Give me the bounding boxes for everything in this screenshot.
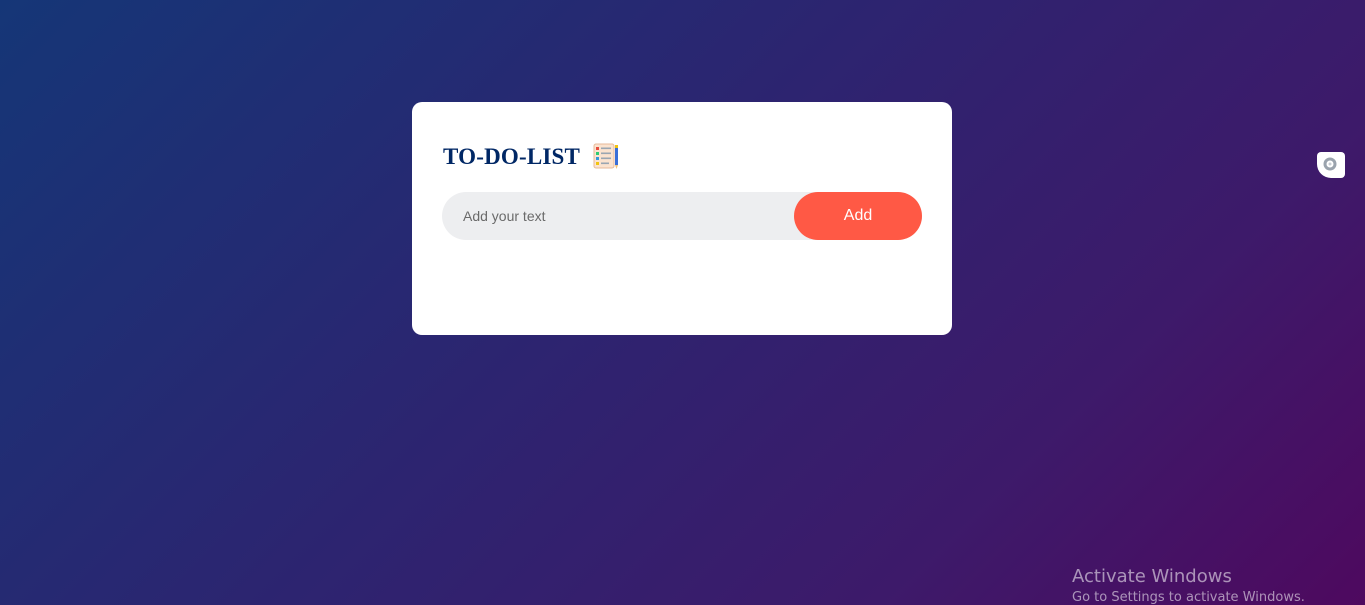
watermark-title: Activate Windows: [1072, 566, 1232, 587]
todo-card: TO-DO-LIST Add: [412, 102, 952, 335]
activate-windows-watermark: Activate Windows Go to Settings to activ…: [1072, 566, 1305, 605]
todo-input[interactable]: [442, 192, 794, 240]
add-button[interactable]: Add: [794, 192, 922, 240]
checklist-icon: [592, 142, 620, 170]
watermark-subtitle: Go to Settings to activate Windows.: [1072, 589, 1305, 605]
input-row: Add: [442, 192, 922, 240]
search-widget-icon[interactable]: [1317, 152, 1345, 178]
title-row: TO-DO-LIST: [442, 142, 922, 172]
app-title: TO-DO-LIST: [443, 144, 581, 169]
